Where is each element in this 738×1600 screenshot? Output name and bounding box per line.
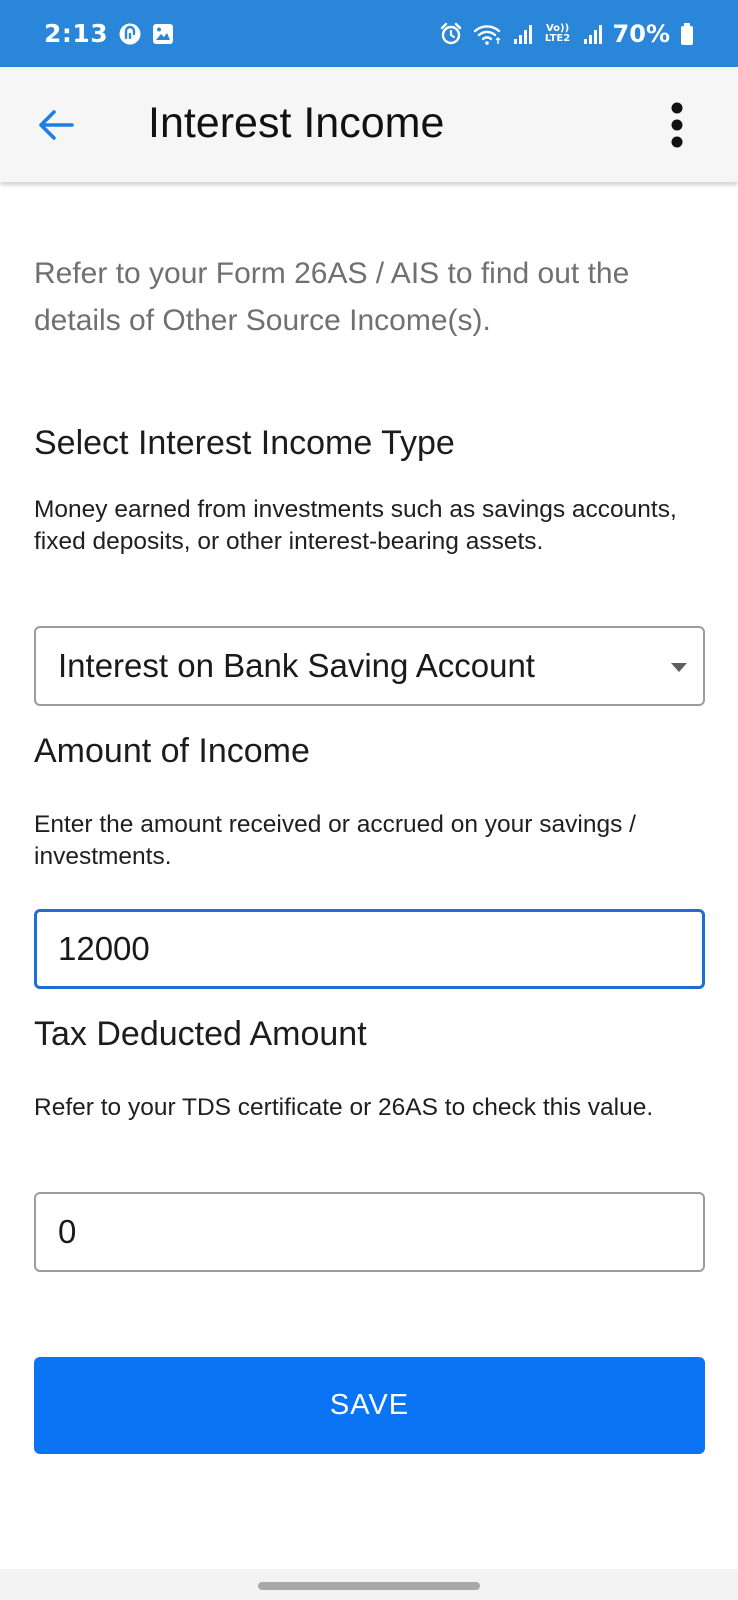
more-vertical-icon <box>671 102 683 148</box>
status-bar-right: Vo)) LTE2 70% <box>439 20 694 48</box>
interest-type-select[interactable]: Interest on Bank Saving Account <box>34 626 705 706</box>
app-bar: Interest Income <box>0 67 738 182</box>
alarm-icon <box>439 22 463 46</box>
save-button[interactable]: SAVE <box>34 1357 705 1454</box>
signal-2-icon <box>583 23 603 45</box>
interest-type-title: Select Interest Income Type <box>34 424 455 462</box>
wifi-icon <box>473 22 503 46</box>
battery-percent: 70% <box>612 19 670 48</box>
page-title: Interest Income <box>148 99 445 147</box>
interest-type-description: Money earned from investments such as sa… <box>34 496 677 555</box>
battery-icon <box>680 22 694 46</box>
back-arrow-icon <box>39 110 74 140</box>
status-bar: 2:13 Vo)) LTE2 70% <box>0 0 738 67</box>
signal-icon <box>513 23 533 45</box>
amount-title: Amount of Income <box>34 732 310 770</box>
status-time: 2:13 <box>44 19 109 48</box>
gallery-icon <box>152 23 174 45</box>
home-indicator[interactable] <box>258 1582 480 1590</box>
interest-type-selected-value: Interest on Bank Saving Account <box>58 647 535 684</box>
dropdown-caret-icon <box>671 663 687 672</box>
sync-app-icon <box>118 22 142 46</box>
network-type-label: Vo)) LTE2 <box>544 22 571 44</box>
tax-deducted-input[interactable]: 0 <box>34 1192 705 1272</box>
overflow-menu-button[interactable] <box>662 101 692 151</box>
amount-description: Enter the amount received or accrued on … <box>34 811 636 870</box>
tax-deducted-description: Refer to your TDS certificate or 26AS to… <box>34 1094 654 1121</box>
intro-text: Refer to your Form 26AS / AIS to find ou… <box>34 257 630 337</box>
back-button[interactable] <box>36 105 76 145</box>
amount-input[interactable]: 12000 <box>34 909 705 989</box>
status-bar-left: 2:13 <box>44 19 174 48</box>
tax-deducted-title: Tax Deducted Amount <box>34 1015 367 1053</box>
